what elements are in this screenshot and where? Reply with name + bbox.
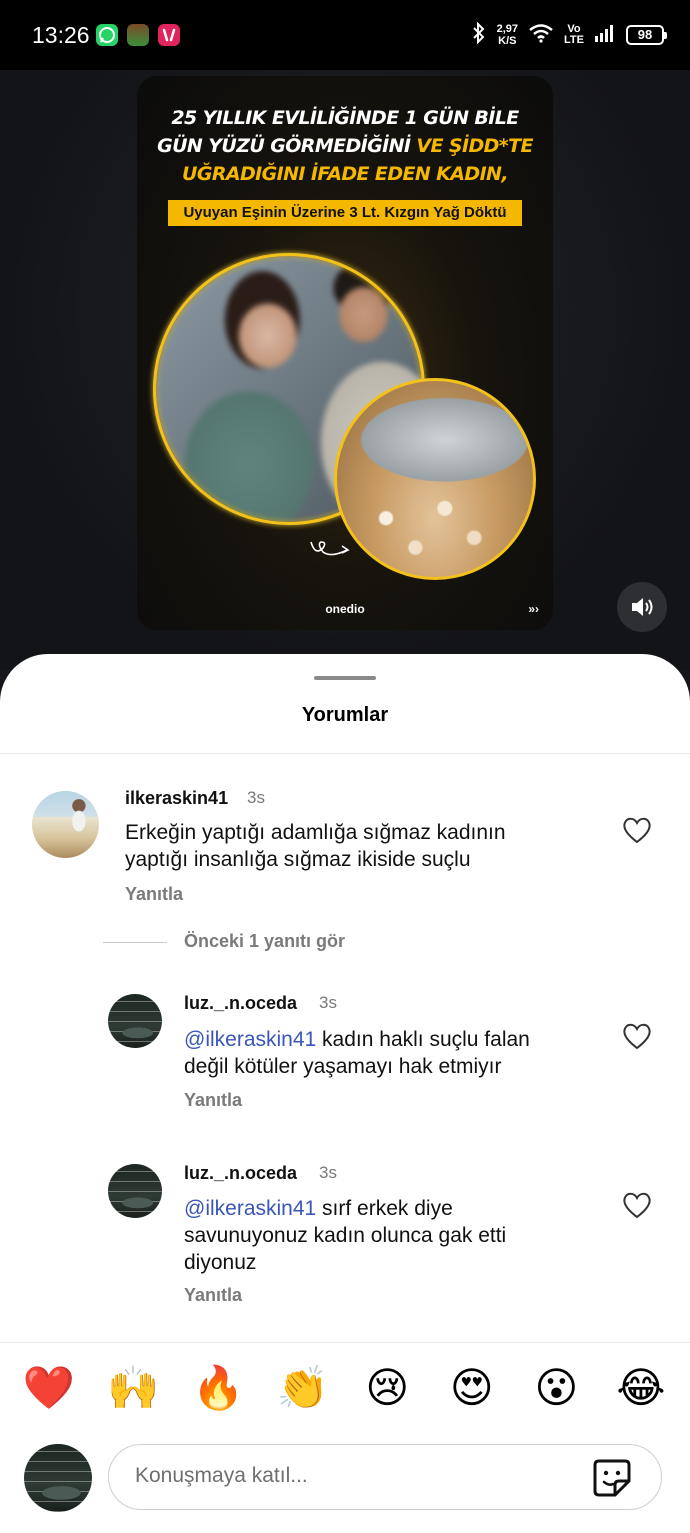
post-banner: Uyuyan Eşinin Üzerine 3 Lt. Kızgın Yağ D… xyxy=(168,200,522,226)
sound-toggle-button[interactable] xyxy=(617,582,667,632)
network-speed: 2,97 K/S xyxy=(496,23,519,47)
battery-indicator: 98 xyxy=(626,25,667,45)
comment-username[interactable]: luz._.n.oceda xyxy=(184,1163,297,1184)
arrow-doodle-icon xyxy=(310,541,350,556)
reaction-crying-emoji[interactable]: 😢 xyxy=(352,1362,422,1414)
status-bar: 13:26 2,97 K/S Vo LTE 98 xyxy=(0,0,690,70)
hot-oil-photo xyxy=(334,378,536,580)
reaction-fire-emoji[interactable]: 🔥 xyxy=(183,1362,253,1414)
reaction-clap-emoji[interactable]: 👏 xyxy=(268,1362,338,1414)
reply-button[interactable]: Yanıtla xyxy=(184,1285,242,1306)
status-time: 13:26 xyxy=(32,22,90,48)
whatsapp-icon xyxy=(96,24,118,46)
more-indicator: »› xyxy=(528,602,539,616)
app-icon xyxy=(158,24,180,46)
reaction-laughing-emoji[interactable]: 😂 xyxy=(606,1362,676,1414)
comment-input[interactable]: Konuşmaya katıl... xyxy=(108,1444,662,1510)
mention-link[interactable]: @ilkeraskin41 xyxy=(184,1197,316,1220)
reaction-raised-hands-emoji[interactable]: 🙌 xyxy=(99,1362,169,1414)
my-avatar xyxy=(24,1444,92,1512)
reaction-heart-emoji[interactable]: ❤️ xyxy=(14,1362,84,1414)
comment-time: 3s xyxy=(319,1163,337,1182)
volte-indicator: Vo LTE xyxy=(564,23,584,46)
wifi-icon xyxy=(528,23,554,48)
video-area[interactable]: 25 YILLIK EVLİLİĞİNDE 1 GÜN BİLE GÜN YÜZ… xyxy=(0,70,690,670)
comment-composer: Konuşmaya katıl... xyxy=(0,1440,690,1520)
status-icons: 2,97 K/S Vo LTE 98 xyxy=(471,20,667,50)
bluetooth-icon xyxy=(471,21,487,49)
signal-icon xyxy=(594,24,616,47)
reaction-surprised-emoji[interactable]: 😮 xyxy=(521,1362,591,1414)
reaction-heart-eyes-emoji[interactable]: 😍 xyxy=(437,1362,507,1414)
brand-logo: onedio xyxy=(325,602,365,616)
comments-sheet: Yorumlar ilkeraskin41 3s Erkeğin yaptığı… xyxy=(0,654,690,1533)
sound-on-icon xyxy=(632,598,653,616)
comment-text: @ilkeraskin41 sırf erkek diye savunuyonu… xyxy=(184,1197,507,1274)
post-headline: 25 YILLIK EVLİLİĞİNDE 1 GÜN BİLE GÜN YÜZ… xyxy=(157,107,533,185)
avatar[interactable] xyxy=(108,1164,162,1218)
comment-reply: luz._.n.oceda 3s @ilkeraskin41 sırf erke… xyxy=(0,654,690,1314)
sticker-icon[interactable] xyxy=(591,1457,633,1499)
divider xyxy=(0,1342,690,1343)
game-app-icon xyxy=(127,24,149,46)
heart-icon[interactable] xyxy=(621,1190,653,1220)
comment-input-placeholder: Konuşmaya katıl... xyxy=(135,1464,308,1487)
post-poster[interactable]: 25 YILLIK EVLİLİĞİNDE 1 GÜN BİLE GÜN YÜZ… xyxy=(137,76,553,630)
quick-reactions-bar: ❤️ 🙌 🔥 👏 😢 😍 😮 😂 xyxy=(14,1362,676,1414)
